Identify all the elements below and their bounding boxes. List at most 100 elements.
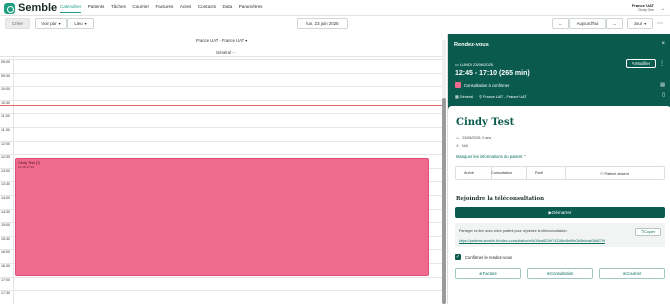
time-label: 13:00 — [1, 168, 10, 173]
nav-data[interactable]: Data — [223, 4, 233, 13]
patient-name[interactable]: Cindy Test — [456, 117, 514, 128]
room-label: ▦ Général — [455, 94, 473, 99]
step-consultation[interactable]: Consultation — [491, 171, 512, 175]
user-name: Cindy Gee — [637, 8, 654, 12]
place-dropdown[interactable]: Lieu ▾ — [67, 18, 94, 29]
time-label: 14:00 — [1, 196, 10, 200]
edit-label: Modifier — [635, 61, 651, 66]
time-label: 12:30 — [1, 155, 10, 160]
step-divider — [526, 167, 527, 179]
patient-phone-text: N/A — [462, 144, 469, 148]
time-label: 13:30 — [1, 182, 10, 187]
calendar-icon: ▭ — [456, 136, 460, 140]
appointment-block[interactable]: Cindy Test (?) 12:45-17:10 — [15, 158, 429, 276]
appointment-date-label: LUNDI 23/06/2025 — [459, 62, 494, 67]
hide-info-label: Masquer les informations du patient — [456, 154, 523, 159]
nav-calendar[interactable]: Calendrier — [60, 4, 82, 13]
panel-more-icon[interactable]: ⋮ — [659, 60, 665, 67]
share-text: Partager ce lien avec votre patient pour… — [459, 229, 568, 233]
calendar-toolbar: Créer Voir par ▾ Lieu ▾ lun. 23 juin 2025 … — [0, 18, 663, 32]
time-label: 09:00 — [1, 60, 10, 64]
grid-line — [0, 113, 442, 115]
nav-settings[interactable]: Paramètres — [239, 4, 263, 13]
nav-mail[interactable]: Courrier — [132, 4, 149, 13]
teleconsultation-title: Rejoindre la téléconsultation — [456, 196, 544, 202]
step-left[interactable]: Parti — [535, 171, 543, 175]
create-button[interactable]: Créer — [5, 18, 30, 29]
nav-tasks[interactable]: Tâches — [111, 4, 126, 13]
nav-contacts[interactable]: Contacts — [198, 4, 216, 13]
appointment-date: ▭ LUNDI 23/06/2025 — [455, 62, 493, 67]
step-no-show[interactable]: ⚇ Patient absent — [600, 171, 629, 176]
view-by-label: Voir par — [41, 21, 57, 26]
user-menu[interactable]: France UAT Cindy Gee — [632, 3, 654, 13]
hide-patient-info-link[interactable]: Masquer les informations du patient ⌃ — [456, 154, 527, 159]
patient-dob-text: 23/06/2025, 0 ans — [462, 136, 492, 140]
appointment-location: ▦ Général ⚲ France UAT - France UAT — [455, 94, 527, 99]
room-text: Général — [459, 95, 474, 99]
grid-line — [0, 59, 442, 60]
main-nav: Calendrier Patients Tâches Courrier Fact… — [60, 4, 269, 13]
patient-dob: ▭ 23/06/2025, 0 ans — [456, 136, 491, 140]
note-icon[interactable]: ▤ — [660, 82, 665, 88]
caret-down-icon: ▾ — [84, 21, 87, 26]
checkbox-checked-icon[interactable]: ✓ — [455, 254, 461, 260]
nav-acts[interactable]: Actes — [180, 4, 192, 13]
letter-label: Courrier — [626, 271, 642, 276]
scrollbar[interactable] — [442, 40, 446, 304]
top-navigation: Semble Calendrier Patients Tâches Courri… — [0, 0, 670, 16]
step-divider — [565, 167, 566, 179]
time-label: 17:30 — [1, 291, 10, 296]
document-icon[interactable]: ▯ — [662, 92, 665, 98]
today-button[interactable]: Aujourd'hui — [569, 18, 606, 29]
time-label: 16:30 — [1, 264, 10, 268]
grid-line — [0, 140, 442, 142]
nav-patients[interactable]: Patients — [88, 4, 105, 13]
column-header: Général ⋯ — [216, 50, 236, 55]
nav-invoices[interactable]: Factures — [155, 4, 173, 13]
chevron-down-icon[interactable]: ⌄ — [661, 6, 665, 12]
appointment-time: 12:45-17:10 — [18, 165, 35, 169]
phone-icon: ✆ — [456, 144, 460, 148]
edit-button[interactable]: ✎ Modifier — [626, 59, 656, 68]
status-color-icon — [455, 82, 461, 88]
step-no-show-label: Patient absent — [604, 172, 629, 176]
caret-down-icon: ▾ — [245, 38, 248, 43]
patient-card: Cindy Test ▭ 23/06/2025, 0 ans ✆ N/A Masqu… — [448, 106, 670, 304]
copy-label: Copier — [644, 230, 655, 234]
semble-logo-icon — [4, 2, 15, 14]
day-grid[interactable]: Cindy Test (?) 12:45-17:10 09:00 09:30 10:… — [0, 56, 442, 304]
location-text: France UAT - France UAT — [483, 95, 527, 99]
time-label: 10:00 — [1, 87, 10, 92]
time-label: 14:30 — [1, 209, 10, 214]
next-button[interactable]: → — [606, 18, 623, 29]
scrollbar-thumb[interactable] — [442, 98, 446, 304]
time-label: 15:00 — [1, 223, 10, 228]
mode-dropdown[interactable]: Jour ▾ — [627, 18, 653, 29]
teleconsultation-url[interactable]: https://patients.semble.fr/video-consult… — [459, 239, 605, 243]
start-label: Démarrer — [552, 210, 572, 215]
grid-line — [0, 99, 442, 101]
grid-line — [0, 127, 442, 128]
patient-phone: ✆ N/A — [456, 144, 468, 148]
grid-line — [0, 154, 442, 156]
appointment-panel: Rendez-vous × ▭ LUNDI 23/06/2025 12:45 -… — [447, 34, 670, 304]
status-steps: Arrivé Consultation Parti ⚇ Patient abse… — [455, 166, 665, 180]
step-arrived[interactable]: Arrivé — [464, 171, 474, 175]
copy-button[interactable]: ❐ Copier — [635, 228, 661, 236]
close-icon[interactable]: × — [661, 41, 665, 47]
location-selector[interactable]: France UAT - France UAT ▾ — [196, 38, 247, 43]
confirm-checkbox[interactable]: ✓ Confirmer le rendez-vous — [455, 254, 512, 260]
column-more-icon[interactable]: ⋯ — [232, 50, 236, 55]
consultation-button[interactable]: ⊕ Consultation — [527, 268, 593, 279]
prev-button[interactable]: ← — [552, 18, 569, 29]
start-teleconsultation-button[interactable]: ▶ Démarrer — [455, 207, 665, 218]
invoice-button[interactable]: ⊕ Facture — [455, 268, 521, 279]
status-badge: Consultation à confirmer — [455, 82, 509, 88]
logo[interactable]: Semble — [4, 2, 57, 14]
date-picker[interactable]: lun. 23 juin 2025 — [297, 18, 348, 29]
view-by-dropdown[interactable]: Voir par ▾ — [35, 18, 67, 29]
time-label: 11:30 — [1, 128, 10, 132]
more-icon[interactable]: ⋯ — [657, 20, 663, 27]
letter-button[interactable]: ⊕ Courrier — [599, 268, 665, 279]
